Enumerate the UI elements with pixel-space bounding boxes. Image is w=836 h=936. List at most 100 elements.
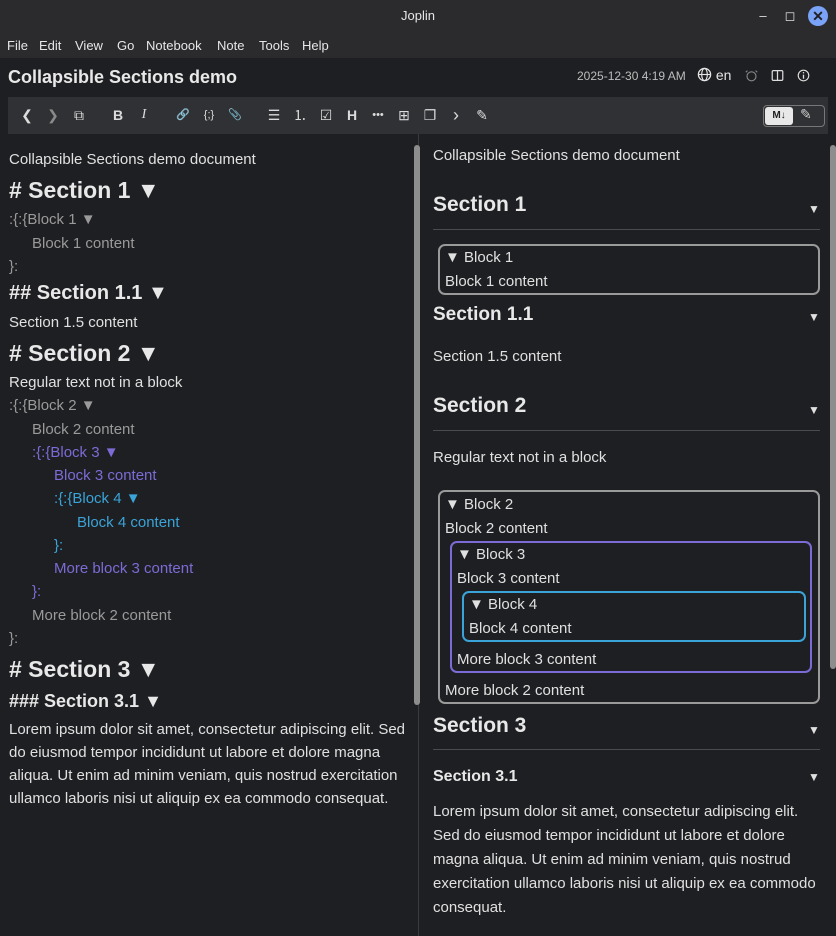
editor-line: More block 2 content: [32, 607, 172, 624]
collapse-arrow-icon[interactable]: ▼: [808, 723, 820, 737]
editor-toolbar: ❮ ❯ ⧉ B I 🔗 {;} 📎 ☰ ⒈ ☑ H ••• ⊞ ❐ › ✎ M↓…: [8, 97, 828, 134]
editor-line: }:: [32, 583, 42, 600]
block-toggle[interactable]: ▼ Block 4: [469, 596, 537, 613]
heading-rule: [433, 229, 820, 230]
editor-paragraph: Lorem ipsum dolor sit amet, consectetur …: [9, 721, 406, 807]
link-icon[interactable]: 🔗: [174, 106, 192, 124]
menu-note[interactable]: Note: [217, 38, 244, 53]
globe-icon: [697, 67, 712, 82]
menu-bar: File Edit View Go Notebook Note Tools He…: [0, 32, 836, 58]
editor-line: :{:{Block 1 ▼: [9, 211, 96, 228]
note-title[interactable]: Collapsible Sections demo: [8, 67, 237, 88]
editor-heading: # Section 2 ▼: [9, 340, 160, 366]
menu-notebook[interactable]: Notebook: [146, 38, 202, 53]
editor-line: Block 1 content: [32, 235, 135, 252]
section-heading: Section 1: [433, 193, 527, 216]
block-toggle[interactable]: ▼ Block 2: [445, 496, 513, 513]
window-title: Joplin: [401, 8, 435, 23]
viewer-text: Section 1.5 content: [433, 348, 562, 365]
markdown-viewer: Collapsible Sections demo document Secti…: [420, 134, 836, 936]
spellcheck-icon[interactable]: ✎: [473, 106, 491, 124]
block-toggle[interactable]: ▼ Block 1: [445, 249, 513, 266]
editor-layout-toggle[interactable]: M↓ ✎: [763, 105, 825, 127]
viewer-paragraph: Lorem ipsum dolor sit amet, consectetur …: [433, 803, 816, 916]
numbered-list-icon[interactable]: ⒈: [291, 106, 309, 124]
menu-tools[interactable]: Tools: [259, 38, 289, 53]
rich-text-icon[interactable]: ✎: [800, 106, 812, 123]
block-content: Block 3 content: [457, 570, 560, 587]
editor-line: Block 2 content: [32, 421, 135, 438]
collapsible-block: ▼ Block 2 Block 2 content ▼ Block 3 Bloc…: [438, 490, 820, 704]
forward-icon[interactable]: ❯: [44, 106, 62, 124]
editor-line: Regular text not in a block: [9, 374, 183, 391]
editor-line: }:: [9, 258, 19, 275]
menu-help[interactable]: Help: [302, 38, 329, 53]
checklist-icon[interactable]: ☑: [317, 106, 335, 124]
collapsible-block: ▼ Block 3 Block 3 content ▼ Block 4 Bloc…: [450, 541, 812, 673]
editor-heading: ## Section 1.1 ▼: [9, 282, 168, 304]
bold-icon[interactable]: B: [109, 106, 127, 124]
editor-line: :{:{Block 2 ▼: [9, 397, 96, 414]
block-content: More block 2 content: [445, 682, 585, 699]
editor-line: Collapsible Sections demo document: [9, 151, 256, 168]
back-icon[interactable]: ❮: [18, 106, 36, 124]
collapse-arrow-icon[interactable]: ▼: [808, 770, 820, 784]
editor-line: }:: [54, 537, 64, 554]
editor-line: :{:{Block 4 ▼: [54, 490, 141, 507]
editor-heading: ### Section 3.1 ▼: [9, 691, 162, 711]
editor-heading: # Section 1 ▼: [9, 177, 160, 203]
language-label: en: [715, 67, 732, 83]
code-icon[interactable]: {;}: [198, 106, 220, 124]
editor-heading: # Section 3 ▼: [9, 656, 160, 682]
alarm-icon[interactable]: [745, 69, 758, 85]
editor-line: :{:{Block 3 ▼: [32, 444, 119, 461]
editor-line: More block 3 content: [54, 560, 194, 577]
insert-time-icon[interactable]: ⊞: [395, 106, 413, 124]
chevron-right-icon[interactable]: ›: [447, 106, 465, 124]
italic-icon[interactable]: I: [135, 106, 153, 124]
bullet-list-icon[interactable]: ☰: [265, 106, 283, 124]
info-icon[interactable]: [797, 69, 810, 85]
menu-view[interactable]: View: [75, 38, 103, 53]
more-icon[interactable]: •••: [367, 106, 389, 124]
viewer-scrollbar[interactable]: [830, 145, 836, 669]
collapse-arrow-icon[interactable]: ▼: [808, 202, 820, 216]
editor-line: Block 4 content: [77, 514, 180, 531]
heading-rule: [433, 430, 820, 431]
menu-file[interactable]: File: [7, 38, 28, 53]
editor-line: }:: [9, 630, 19, 647]
language-selector[interactable]: en: [697, 67, 731, 83]
minimize-button[interactable]: –: [754, 7, 772, 25]
close-button[interactable]: ✕: [808, 6, 828, 26]
viewer-text: Regular text not in a block: [433, 449, 607, 466]
layout-toggle-icon[interactable]: [771, 69, 784, 85]
maximize-button[interactable]: ◻: [781, 7, 799, 25]
block-content: Block 1 content: [445, 273, 548, 290]
collapse-arrow-icon[interactable]: ▼: [808, 403, 820, 417]
menu-edit[interactable]: Edit: [39, 38, 61, 53]
block-content: Block 2 content: [445, 520, 548, 537]
heading-rule: [433, 749, 820, 750]
viewer-text: Collapsible Sections demo document: [433, 147, 680, 164]
external-edit-icon[interactable]: ⧉: [70, 106, 88, 124]
menu-go[interactable]: Go: [117, 38, 134, 53]
heading-icon[interactable]: H: [343, 106, 361, 124]
copy-icon[interactable]: ❐: [421, 106, 439, 124]
block-content: More block 3 content: [457, 651, 597, 668]
section-heading: Section 2: [433, 394, 527, 417]
section-heading: Section 3: [433, 714, 527, 737]
attach-icon[interactable]: 📎: [226, 106, 244, 124]
collapsible-block: ▼ Block 4 Block 4 content: [462, 591, 806, 642]
note-date[interactable]: 2025-12-30 4:19 AM: [577, 69, 686, 83]
window-titlebar: Joplin – ◻ ✕: [0, 0, 836, 32]
collapse-arrow-icon[interactable]: ▼: [808, 310, 820, 324]
editor-line: Block 3 content: [54, 467, 157, 484]
section-heading: Section 1.1: [433, 304, 534, 325]
collapsible-block: ▼ Block 1 Block 1 content: [438, 244, 820, 295]
markdown-editor[interactable]: Collapsible Sections demo document # Sec…: [0, 134, 418, 936]
markdown-icon[interactable]: M↓: [765, 107, 793, 125]
block-content: Block 4 content: [469, 620, 572, 637]
block-toggle[interactable]: ▼ Block 3: [457, 546, 525, 563]
section-heading: Section 3.1: [433, 768, 518, 785]
note-header: Collapsible Sections demo 2025-12-30 4:1…: [0, 58, 836, 96]
